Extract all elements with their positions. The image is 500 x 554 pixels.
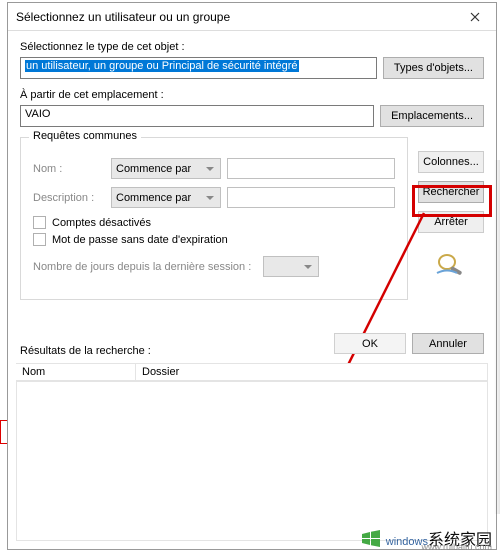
watermark-url: www.ruibaitu.com — [421, 542, 492, 552]
locations-button[interactable]: Emplacements... — [380, 105, 484, 127]
common-queries-legend: Requêtes communes — [29, 130, 141, 142]
description-input[interactable] — [227, 187, 395, 208]
days-since-label: Nombre de jours depuis la dernière sessi… — [33, 261, 251, 273]
background-fragment — [0, 420, 7, 444]
object-type-field[interactable]: un utilisateur, un groupe ou Principal d… — [20, 57, 377, 79]
col-folder[interactable]: Dossier — [136, 364, 488, 380]
windows-logo-icon — [360, 528, 382, 548]
name-input[interactable] — [227, 158, 395, 179]
dialog-action-buttons: OK Annuler — [334, 333, 484, 354]
location-value: VAIO — [25, 108, 50, 120]
common-queries-group: Requêtes communes Nom : Commence par Des… — [20, 137, 408, 300]
description-label: Description : — [33, 192, 105, 204]
name-match-combo[interactable]: Commence par — [111, 158, 221, 179]
days-since-combo[interactable] — [263, 256, 319, 277]
search-button[interactable]: Rechercher — [418, 181, 484, 203]
watermark: windows系统家园 www.ruibaitu.com — [360, 526, 492, 550]
col-name[interactable]: Nom — [16, 364, 136, 380]
search-icon — [434, 251, 468, 280]
side-buttons: Colonnes... Rechercher Arrêter — [416, 151, 486, 280]
close-icon — [470, 12, 480, 22]
object-type-label: Sélectionnez le type de cet objet : — [20, 41, 484, 53]
close-button[interactable] — [454, 3, 496, 30]
select-user-group-dialog: Sélectionnez un utilisateur ou un groupe… — [7, 2, 497, 550]
checkbox-icon — [33, 216, 46, 229]
description-match-combo[interactable]: Commence par — [111, 187, 221, 208]
results-label: Résultats de la recherche : — [20, 345, 151, 357]
results-list[interactable] — [16, 381, 488, 541]
stop-button[interactable]: Arrêter — [418, 211, 484, 233]
results-header: Nom Dossier — [16, 363, 488, 381]
name-label: Nom : — [33, 163, 105, 175]
columns-button[interactable]: Colonnes... — [418, 151, 484, 173]
window-title: Sélectionnez un utilisateur ou un groupe — [16, 10, 454, 24]
password-no-expire-check[interactable]: Mot de passe sans date d'expiration — [33, 233, 395, 246]
object-types-button[interactable]: Types d'objets... — [383, 57, 484, 79]
cancel-button[interactable]: Annuler — [412, 333, 484, 354]
from-location-label: À partir de cet emplacement : — [20, 89, 484, 101]
location-field[interactable]: VAIO — [20, 105, 374, 127]
object-type-value: un utilisateur, un groupe ou Principal d… — [25, 60, 299, 72]
titlebar: Sélectionnez un utilisateur ou un groupe — [8, 3, 496, 31]
ok-button[interactable]: OK — [334, 333, 406, 354]
background-shadow — [494, 160, 500, 514]
disabled-accounts-check[interactable]: Comptes désactivés — [33, 216, 395, 229]
checkbox-icon — [33, 233, 46, 246]
